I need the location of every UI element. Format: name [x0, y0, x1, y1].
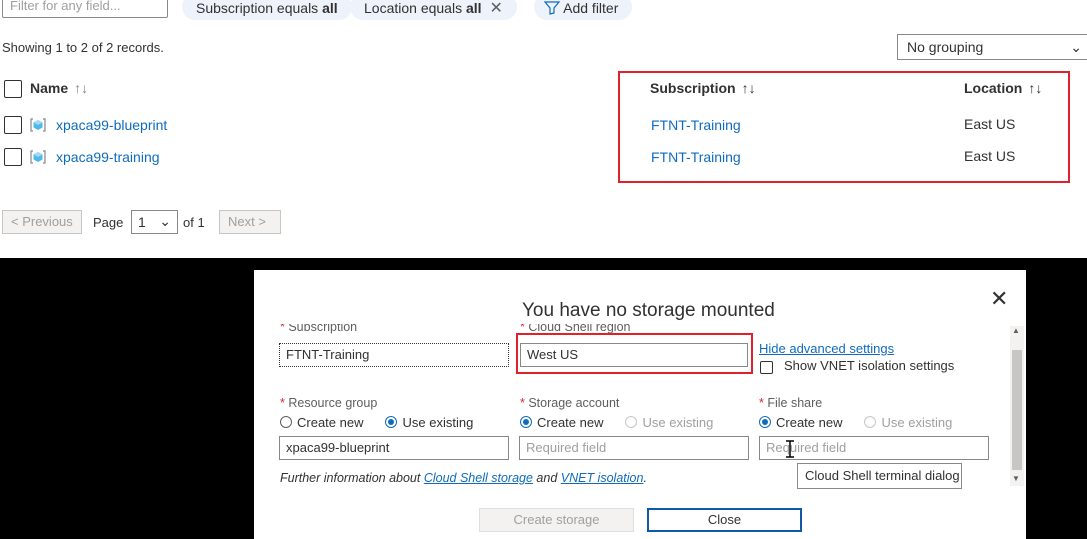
tooltip: Cloud Shell terminal dialog — [797, 463, 962, 489]
row-checkbox[interactable] — [4, 116, 22, 134]
row-checkbox[interactable] — [4, 148, 22, 166]
radio-use-existing[interactable] — [864, 416, 877, 428]
resource-group-label: * Resource group — [280, 396, 378, 410]
storage-account-field[interactable]: Required field — [519, 436, 749, 460]
pill-subscription-value: all — [322, 0, 338, 16]
storage-account-label: * Storage account — [520, 396, 620, 410]
region-label: * Cloud Shell region — [520, 320, 631, 334]
close-icon[interactable]: ✕ — [990, 286, 1008, 312]
records-count: Showing 1 to 2 of 2 records. — [2, 40, 164, 55]
highlight-box — [516, 333, 753, 374]
radio-use-existing[interactable] — [625, 416, 638, 428]
column-header-name-label: Name — [30, 80, 69, 96]
radio-create-new[interactable] — [520, 416, 532, 428]
vnet-checkbox[interactable] — [760, 361, 773, 374]
cloud-shell-storage-link[interactable]: Cloud Shell storage — [424, 471, 533, 485]
file-share-radios: Create new Use existing — [759, 414, 974, 430]
pill-location-prefix: Location equals — [364, 0, 466, 16]
dialog-title: You have no storage mounted — [522, 300, 775, 321]
radio-create-new[interactable] — [280, 416, 292, 428]
add-filter-button[interactable]: Add filter — [534, 0, 633, 20]
previous-page-button[interactable]: < Previous — [2, 210, 82, 234]
add-filter-label: Add filter — [563, 0, 619, 16]
storage-account-radios: Create new Use existing — [520, 414, 735, 430]
funnel-icon — [543, 1, 561, 15]
page-select-value: 1 — [138, 214, 146, 230]
storage-info-text: Further information about Cloud Shell st… — [280, 471, 647, 485]
file-share-label-text: File share — [767, 396, 823, 410]
scroll-down-arrow-icon[interactable]: ▼ — [1012, 474, 1020, 483]
file-share-label: * File share — [759, 396, 823, 410]
radio-use-existing[interactable] — [385, 416, 398, 428]
create-storage-button[interactable]: Create storage — [479, 508, 634, 532]
location-filter-pill[interactable]: Location equals all ✕ — [350, 0, 517, 20]
storage-account-label-text: Storage account — [528, 396, 620, 410]
chevron-down-icon: ⌄ — [1070, 39, 1082, 55]
scroll-up-arrow-icon[interactable]: ▲ — [1012, 326, 1020, 335]
info-prefix: Further information about — [280, 471, 424, 485]
radio-create-new[interactable] — [759, 416, 771, 428]
vnet-label: Show VNET isolation settings — [784, 358, 955, 373]
radio-use-existing-label: Use existing — [402, 415, 474, 430]
radio-use-existing-label: Use existing — [642, 415, 714, 430]
highlight-box — [618, 71, 1070, 183]
column-header-name[interactable]: Name ↑↓ — [30, 80, 88, 96]
resource-group-label-text: Resource group — [288, 396, 378, 410]
page-count: of 1 — [183, 215, 205, 230]
row-name-link[interactable]: xpaca99-blueprint — [56, 117, 167, 133]
grouping-select[interactable]: No grouping ⌄ — [897, 34, 1087, 60]
next-page-button[interactable]: Next > — [219, 210, 281, 234]
storage-dialog: You have no storage mounted ✕ * Subscrip… — [254, 270, 1026, 539]
radio-use-existing-label: Use existing — [881, 415, 953, 430]
subscription-label: * Subscription — [280, 320, 358, 334]
resource-group-icon — [30, 150, 46, 164]
region-label-text: Cloud Shell region — [528, 320, 631, 334]
select-all-checkbox[interactable] — [4, 80, 22, 98]
radio-create-new-label: Create new — [297, 415, 364, 430]
resource-group-field[interactable]: xpaca99-blueprint — [279, 436, 509, 460]
grouping-value: No grouping — [907, 39, 984, 55]
page-select[interactable]: 1 ⌄ — [131, 210, 178, 234]
sort-icon[interactable]: ↑↓ — [74, 80, 88, 96]
filter-input[interactable]: Filter for any field... — [2, 0, 168, 18]
close-button[interactable]: Close — [647, 508, 802, 532]
info-mid: and — [532, 471, 561, 485]
radio-create-new-label: Create new — [537, 415, 604, 430]
pill-location-value: all — [465, 0, 482, 16]
resource-group-radios: Create new Use existing — [280, 414, 495, 430]
pill-subscription-prefix: Subscription equals — [196, 0, 323, 16]
resource-group-icon — [30, 118, 46, 132]
hide-advanced-link[interactable]: Hide advanced settings — [759, 341, 894, 356]
dialog-scroll-thumb[interactable] — [1012, 350, 1022, 470]
subscription-field[interactable]: FTNT-Training — [279, 343, 509, 367]
subscription-filter-pill[interactable]: Subscription equals all — [182, 0, 352, 20]
resource-list-panel: Filter for any field... Subscription equ… — [0, 0, 1087, 259]
radio-create-new-label: Create new — [776, 415, 843, 430]
close-icon[interactable]: ✕ — [490, 0, 503, 23]
vnet-isolation-link[interactable]: VNET isolation — [561, 471, 644, 485]
page-label: Page — [93, 215, 124, 230]
chevron-down-icon: ⌄ — [159, 213, 171, 229]
info-suffix: . — [643, 471, 647, 485]
text-cursor-icon — [786, 440, 794, 458]
row-name-link[interactable]: xpaca99-training — [56, 149, 160, 165]
subscription-label-text: Subscription — [288, 320, 358, 334]
